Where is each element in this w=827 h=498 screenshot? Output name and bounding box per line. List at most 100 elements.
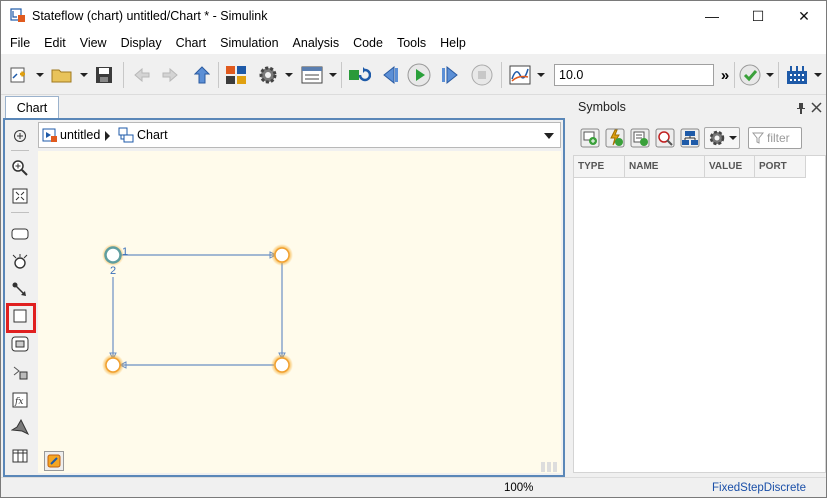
symbols-table[interactable]: TYPE NAME VALUE PORT xyxy=(573,155,826,473)
close-button[interactable]: ✕ xyxy=(781,1,827,31)
tab-chart[interactable]: Chart xyxy=(5,96,59,118)
fit-to-view-button[interactable] xyxy=(10,186,30,206)
zoom-level: 100% xyxy=(504,482,534,494)
state-tool-button[interactable] xyxy=(10,224,30,244)
more-toolbar-button[interactable]: » xyxy=(717,64,733,86)
junction-3[interactable] xyxy=(274,357,290,373)
open-button[interactable] xyxy=(49,64,75,86)
symbols-pane: Symbols filter TYPE NAME VALUE PORT xyxy=(571,96,826,477)
advisor-dropdown-icon[interactable] xyxy=(766,73,774,77)
breadcrumb-dropdown-icon[interactable] xyxy=(544,133,554,139)
simulink-state-tool-button[interactable] xyxy=(10,334,30,354)
hierarchy-icon xyxy=(680,128,700,148)
column-name[interactable]: NAME xyxy=(625,156,705,178)
history-junction-tool-button[interactable] xyxy=(10,252,30,272)
build-icon xyxy=(787,66,807,84)
settings-menu-button[interactable] xyxy=(704,127,740,149)
model-settings-button[interactable] xyxy=(255,64,281,86)
resize-grip-icon[interactable] xyxy=(541,462,559,472)
add-message-icon xyxy=(630,128,650,148)
menu-file[interactable]: File xyxy=(3,32,37,54)
data-inspector-icon xyxy=(509,65,531,85)
menu-edit[interactable]: Edit xyxy=(37,32,73,54)
step-forward-icon xyxy=(442,65,458,85)
solver-status[interactable]: FixedStepDiscrete xyxy=(712,482,806,494)
explorer-dropdown-icon[interactable] xyxy=(329,73,337,77)
step-forward-button[interactable] xyxy=(437,64,463,86)
stop-time-input[interactable]: 10.0 xyxy=(554,64,714,86)
back-arrow-icon xyxy=(134,67,150,83)
settings-dropdown-icon[interactable] xyxy=(285,73,293,77)
hierarchy-button[interactable] xyxy=(679,127,701,149)
update-diagram-button[interactable] xyxy=(346,64,372,86)
menu-help[interactable]: Help xyxy=(433,32,473,54)
simulink-window: Stateflow (chart) untitled/Chart * - Sim… xyxy=(0,0,827,498)
junction-4[interactable] xyxy=(105,357,121,373)
add-event-button[interactable] xyxy=(604,127,626,149)
breadcrumb-model[interactable]: untitled xyxy=(60,128,100,142)
model-explorer-button[interactable] xyxy=(299,64,325,86)
state-icon xyxy=(11,228,29,240)
symbols-table-header: TYPE NAME VALUE PORT xyxy=(574,156,806,178)
transition-order-label: 2 xyxy=(110,265,117,277)
build-dropdown-icon[interactable] xyxy=(814,73,822,77)
editor-frame: fx untitled Chart 1 2 xyxy=(3,118,565,477)
menu-code[interactable]: Code xyxy=(346,32,390,54)
library-browser-icon xyxy=(226,66,246,84)
chart-diagram xyxy=(102,244,293,376)
stop-button[interactable] xyxy=(469,64,495,86)
close-pane-icon[interactable] xyxy=(811,102,822,113)
menu-tools[interactable]: Tools xyxy=(390,32,433,54)
junction-1[interactable] xyxy=(104,246,122,264)
new-model-button[interactable] xyxy=(7,64,31,86)
menu-display[interactable]: Display xyxy=(114,32,169,54)
up-to-parent-button[interactable] xyxy=(191,64,213,86)
step-back-button[interactable] xyxy=(378,64,404,86)
menu-chart[interactable]: Chart xyxy=(169,32,214,54)
build-button[interactable] xyxy=(784,64,810,86)
matlab-function-tool-button[interactable]: fx xyxy=(10,390,30,410)
graphical-function-icon xyxy=(13,366,28,380)
open-dropdown-icon[interactable] xyxy=(80,73,88,77)
add-data-button[interactable] xyxy=(579,127,601,149)
matlab-tool-button[interactable] xyxy=(10,418,30,438)
column-value[interactable]: VALUE xyxy=(705,156,755,178)
up-arrow-icon xyxy=(194,66,210,84)
new-dropdown-icon[interactable] xyxy=(36,73,44,77)
menu-view[interactable]: View xyxy=(73,32,114,54)
filter-icon xyxy=(752,132,764,144)
minimize-button[interactable]: — xyxy=(689,1,735,31)
hide-palette-button[interactable] xyxy=(10,126,30,146)
pin-icon[interactable] xyxy=(796,102,806,114)
simulation-data-inspector-button[interactable] xyxy=(507,64,533,86)
graphical-function-tool-button[interactable] xyxy=(10,362,30,382)
back-button[interactable] xyxy=(131,64,153,86)
model-advisor-button[interactable] xyxy=(738,64,762,86)
run-button[interactable] xyxy=(405,63,433,87)
explorer-bar-button[interactable] xyxy=(44,451,64,471)
symbols-title: Symbols xyxy=(578,100,626,114)
svg-text:fx: fx xyxy=(14,397,23,407)
column-type[interactable]: TYPE xyxy=(574,156,625,178)
chart-canvas[interactable]: 1 2 xyxy=(38,151,561,473)
junction-2[interactable] xyxy=(274,247,290,263)
column-port[interactable]: PORT xyxy=(755,156,806,178)
resolve-undefined-button[interactable] xyxy=(654,127,676,149)
breadcrumb-chart[interactable]: Chart xyxy=(137,128,168,142)
add-event-icon xyxy=(605,128,625,148)
maximize-button[interactable]: ☐ xyxy=(735,1,781,31)
save-button[interactable] xyxy=(93,64,115,86)
object-palette: fx xyxy=(5,120,36,475)
add-message-button[interactable] xyxy=(629,127,651,149)
menu-simulation[interactable]: Simulation xyxy=(213,32,285,54)
truth-table-tool-button[interactable] xyxy=(10,446,30,466)
zoom-in-button[interactable] xyxy=(10,158,30,178)
menu-analysis[interactable]: Analysis xyxy=(286,32,347,54)
inspector-dropdown-icon[interactable] xyxy=(537,73,545,77)
forward-button[interactable] xyxy=(159,64,181,86)
open-folder-icon xyxy=(51,69,72,83)
library-browser-button[interactable] xyxy=(223,64,249,86)
default-transition-tool-button[interactable] xyxy=(10,280,30,300)
status-bar: 100% FixedStepDiscrete xyxy=(1,477,826,497)
play-icon xyxy=(407,63,431,87)
